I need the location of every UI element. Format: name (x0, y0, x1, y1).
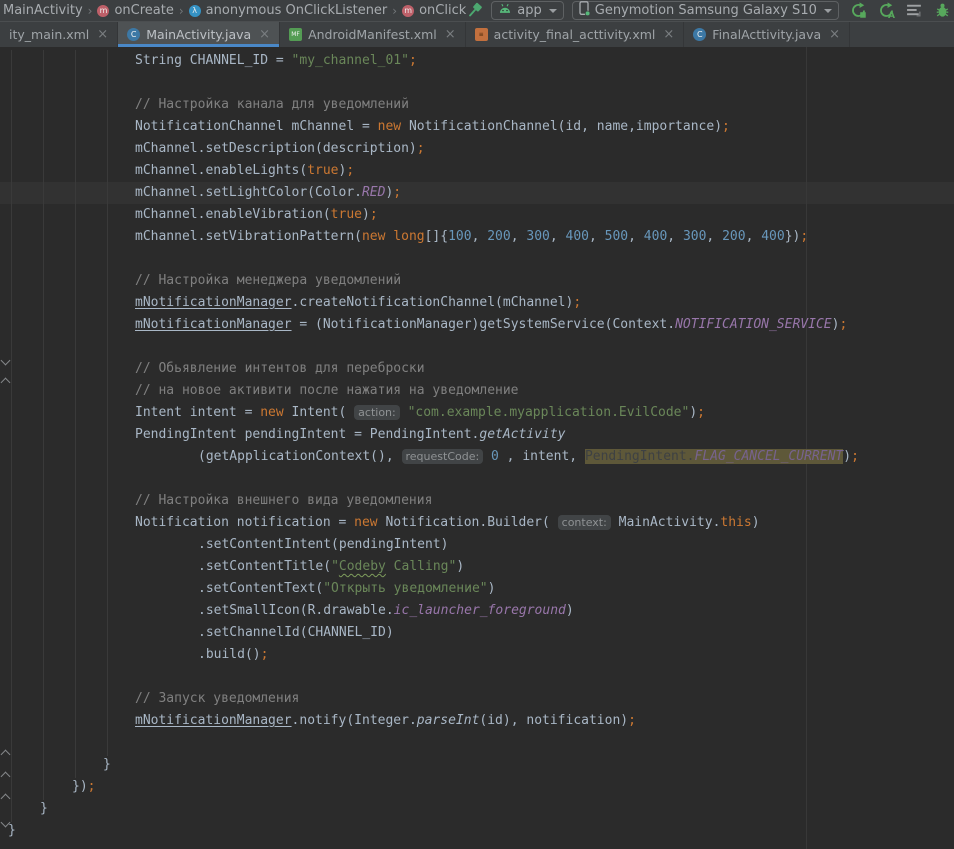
layout-xml-icon: ≡ (475, 28, 488, 41)
breadcrumb-label: MainActivity (3, 3, 83, 18)
breadcrumb-item[interactable]: λ anonymous OnClickListener (189, 3, 388, 18)
debug-icon[interactable] (933, 1, 953, 21)
code-line: .setContentTitle("Codeby Calling") (198, 556, 464, 578)
code-line: .setContentText("Открыть уведомление") (198, 578, 495, 600)
tab-mainactivity-java[interactable]: C MainActivity.java × (118, 22, 280, 47)
code-line: NotificationChannel mChannel = new Notif… (135, 116, 730, 138)
device-selector[interactable]: Genymotion Samsung Galaxy S10 (572, 1, 839, 20)
chevron-down-icon (824, 9, 832, 13)
method-icon: m (97, 5, 109, 17)
svg-text:A: A (888, 11, 895, 19)
breadcrumb-item[interactable]: m onCreate (97, 3, 173, 18)
toolbar-actions: A (849, 1, 954, 21)
breadcrumb-label: onClick (419, 3, 466, 18)
code-line: .build(); (198, 644, 268, 666)
indent-guide (75, 50, 76, 778)
run-config-selector[interactable]: app (491, 1, 563, 20)
android-icon (498, 3, 512, 18)
run-config-label: app (517, 3, 541, 18)
device-label: Genymotion Samsung Galaxy S10 (595, 3, 817, 18)
fold-marker-icon[interactable] (1, 378, 11, 388)
indent-guide (107, 50, 108, 756)
code-line: mNotificationManager.notify(Integer.pars… (135, 710, 636, 732)
code-line: Intent intent = new Intent( action: "com… (135, 402, 705, 424)
tab-label: AndroidManifest.xml (308, 27, 437, 42)
method-icon: m (402, 5, 414, 17)
tab-label: MainActivity.java (146, 27, 251, 42)
breadcrumb-item[interactable]: m onClick (402, 3, 466, 18)
indent-guide (43, 50, 44, 800)
code-line: mChannel.setLightColor(Color.RED); (135, 182, 401, 204)
code-line: mChannel.enableVibration(true); (135, 204, 378, 226)
breadcrumb: MainActivity › m onCreate › λ anonymous OnClic… (3, 3, 466, 18)
tab-activity-final-acttivity-xml[interactable]: ≡ activity_final_acttivity.xml × (466, 22, 685, 47)
chevron-down-icon (549, 9, 557, 13)
code-line: }); (72, 776, 95, 798)
code-line: String CHANNEL_ID = "my_channel_01"; (135, 50, 417, 72)
close-icon[interactable]: × (663, 27, 674, 42)
code-line: mChannel.setDescription(description); (135, 138, 425, 160)
code-line: // Обьявление интентов для переброски (135, 358, 425, 380)
code-line: .setContentIntent(pendingIntent) (198, 534, 448, 556)
tab-androidmanifest-xml[interactable]: MF AndroidManifest.xml × (280, 22, 466, 47)
navigation-bar: MainActivity › m onCreate › λ anonymous OnClic… (0, 0, 954, 22)
code-line: mNotificationManager.createNotificationC… (135, 292, 581, 314)
breadcrumb-separator: › (88, 4, 93, 18)
fold-marker-icon[interactable] (1, 750, 11, 760)
java-class-icon: C (127, 28, 140, 41)
code-line: mChannel.enableLights(true); (135, 160, 354, 182)
breadcrumb-item[interactable]: MainActivity (3, 3, 83, 18)
fold-marker-icon[interactable] (1, 772, 11, 782)
tab-label: ity_main.xml (9, 27, 89, 42)
breadcrumb-separator: › (179, 4, 184, 18)
indent-guide (11, 50, 12, 822)
java-class-icon: C (693, 28, 706, 41)
code-line: mChannel.setVibrationPattern(new long[]{… (135, 226, 808, 248)
tab-finalacttivity-java[interactable]: C FinalActtivity.java × (684, 22, 850, 47)
close-icon[interactable]: × (97, 27, 108, 42)
code-line: PendingIntent pendingIntent = PendingInt… (135, 424, 565, 446)
code-line: // Настройка менеджера уведомлений (135, 270, 401, 292)
code-line: // Запуск уведомления (135, 688, 299, 710)
breadcrumb-separator: › (392, 4, 397, 18)
code-line: } (103, 754, 111, 776)
profiler-icon[interactable] (905, 1, 925, 21)
apply-changes-restart-icon[interactable] (849, 1, 869, 21)
code-line: .setChannelId(CHANNEL_ID) (198, 622, 394, 644)
code-line: // Настройка канала для уведомлений (135, 94, 409, 116)
device-phone-icon (579, 1, 590, 20)
code-line: } (8, 820, 16, 842)
apply-code-changes-icon[interactable]: A (877, 1, 897, 21)
breadcrumb-label: anonymous OnClickListener (206, 3, 388, 18)
close-icon[interactable]: × (829, 27, 840, 42)
code-editor[interactable]: String CHANNEL_ID = "my_channel_01"; // Н… (0, 47, 954, 849)
breadcrumb-label: onCreate (114, 3, 173, 18)
build-hammer-icon[interactable] (466, 1, 483, 21)
tab-label: FinalActtivity.java (712, 27, 821, 42)
fold-marker-icon[interactable] (1, 356, 11, 366)
code-line: .setSmallIcon(R.drawable.ic_launcher_for… (198, 600, 574, 622)
code-line: (getApplicationContext(), requestCode: 0… (198, 446, 859, 468)
tab-ity-main-xml[interactable]: ity_main.xml × (0, 22, 118, 47)
code-line: } (40, 798, 48, 820)
code-line: // Настройка внешнего вида уведомления (135, 490, 432, 512)
code-line: // на новое активити после нажатия на ув… (135, 380, 519, 402)
code-line: mNotificationManager = (NotificationMana… (135, 314, 847, 336)
editor-tab-bar: ity_main.xml × C MainActivity.java × MF Androi… (0, 22, 954, 47)
fold-marker-icon[interactable] (1, 794, 11, 804)
manifest-icon: MF (289, 28, 302, 41)
close-icon[interactable]: × (259, 27, 270, 42)
class-icon: λ (189, 5, 201, 17)
close-icon[interactable]: × (445, 27, 456, 42)
code-line: Notification notification = new Notifica… (135, 512, 760, 534)
tab-label: activity_final_acttivity.xml (494, 27, 656, 42)
